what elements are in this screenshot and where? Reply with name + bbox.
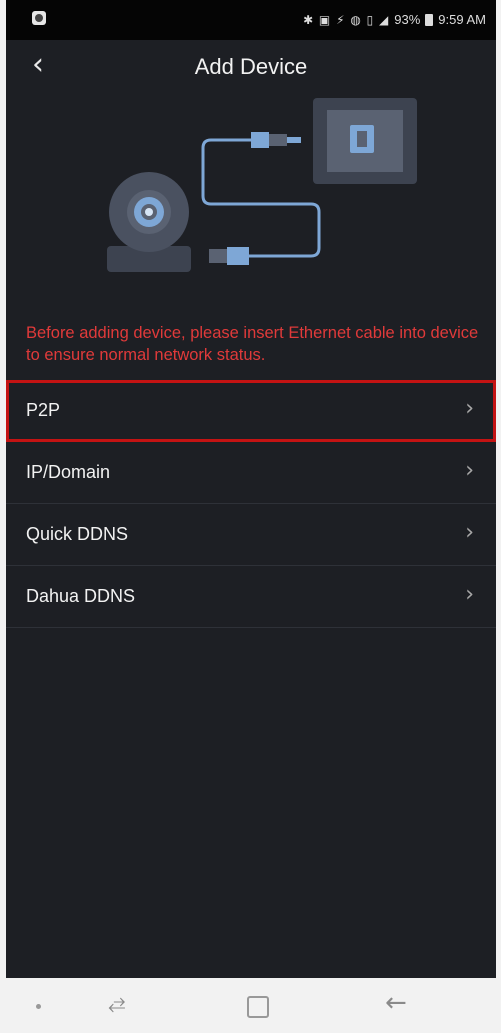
back-icon[interactable]: ← bbox=[385, 988, 407, 1018]
chevron-right-icon: › bbox=[465, 458, 474, 483]
header: ‹ Add Device bbox=[6, 40, 496, 96]
menu-item-dahua-ddns[interactable]: Dahua DDNS › bbox=[6, 566, 496, 628]
warning-message: Before adding device, please insert Ethe… bbox=[26, 324, 479, 364]
status-bar: ✱ ▣ ⚡ ◍ ▯ ◢ 93% 9:59 AM bbox=[6, 0, 496, 40]
android-nav-bar: ⥄ ← bbox=[0, 978, 501, 1033]
ethernet-cable bbox=[201, 138, 321, 258]
home-icon[interactable] bbox=[247, 996, 269, 1018]
cable-plug-bottom bbox=[227, 247, 249, 265]
app-notification-icon bbox=[32, 11, 46, 25]
cable-plug-top bbox=[251, 132, 269, 148]
app-screen: ✱ ▣ ⚡ ◍ ▯ ◢ 93% 9:59 AM ‹ Add Device Bef… bbox=[6, 0, 496, 1033]
chevron-right-icon: › bbox=[465, 396, 474, 421]
recents-icon[interactable]: ⥄ bbox=[108, 990, 126, 1015]
nav-dot-icon[interactable] bbox=[36, 1004, 41, 1009]
menu-item-p2p[interactable]: P2P › bbox=[6, 380, 496, 442]
connection-type-list: P2P › IP/Domain › Quick DDNS › Dahua DDN… bbox=[6, 380, 496, 628]
battery-percent: 93% bbox=[394, 12, 421, 27]
status-glyphs-icon: ✱ ▣ ⚡ ◍ ▯ ◢ bbox=[303, 12, 390, 27]
page-title: Add Device bbox=[194, 54, 308, 79]
chevron-right-icon: › bbox=[465, 582, 474, 607]
menu-item-ip-domain[interactable]: IP/Domain › bbox=[6, 442, 496, 504]
chevron-right-icon: › bbox=[465, 520, 474, 545]
menu-item-label: Dahua DDNS bbox=[26, 586, 136, 606]
battery-icon bbox=[425, 13, 434, 26]
status-icons: ✱ ▣ ⚡ ◍ ▯ ◢ 93% 9:59 AM bbox=[303, 12, 486, 27]
clock: 9:59 AM bbox=[438, 12, 486, 27]
menu-item-label: Quick DDNS bbox=[26, 524, 129, 544]
menu-item-label: P2P bbox=[26, 400, 61, 420]
menu-item-quick-ddns[interactable]: Quick DDNS › bbox=[6, 504, 496, 566]
camera-ethernet-illustration bbox=[107, 98, 417, 272]
menu-item-label: IP/Domain bbox=[26, 462, 111, 482]
